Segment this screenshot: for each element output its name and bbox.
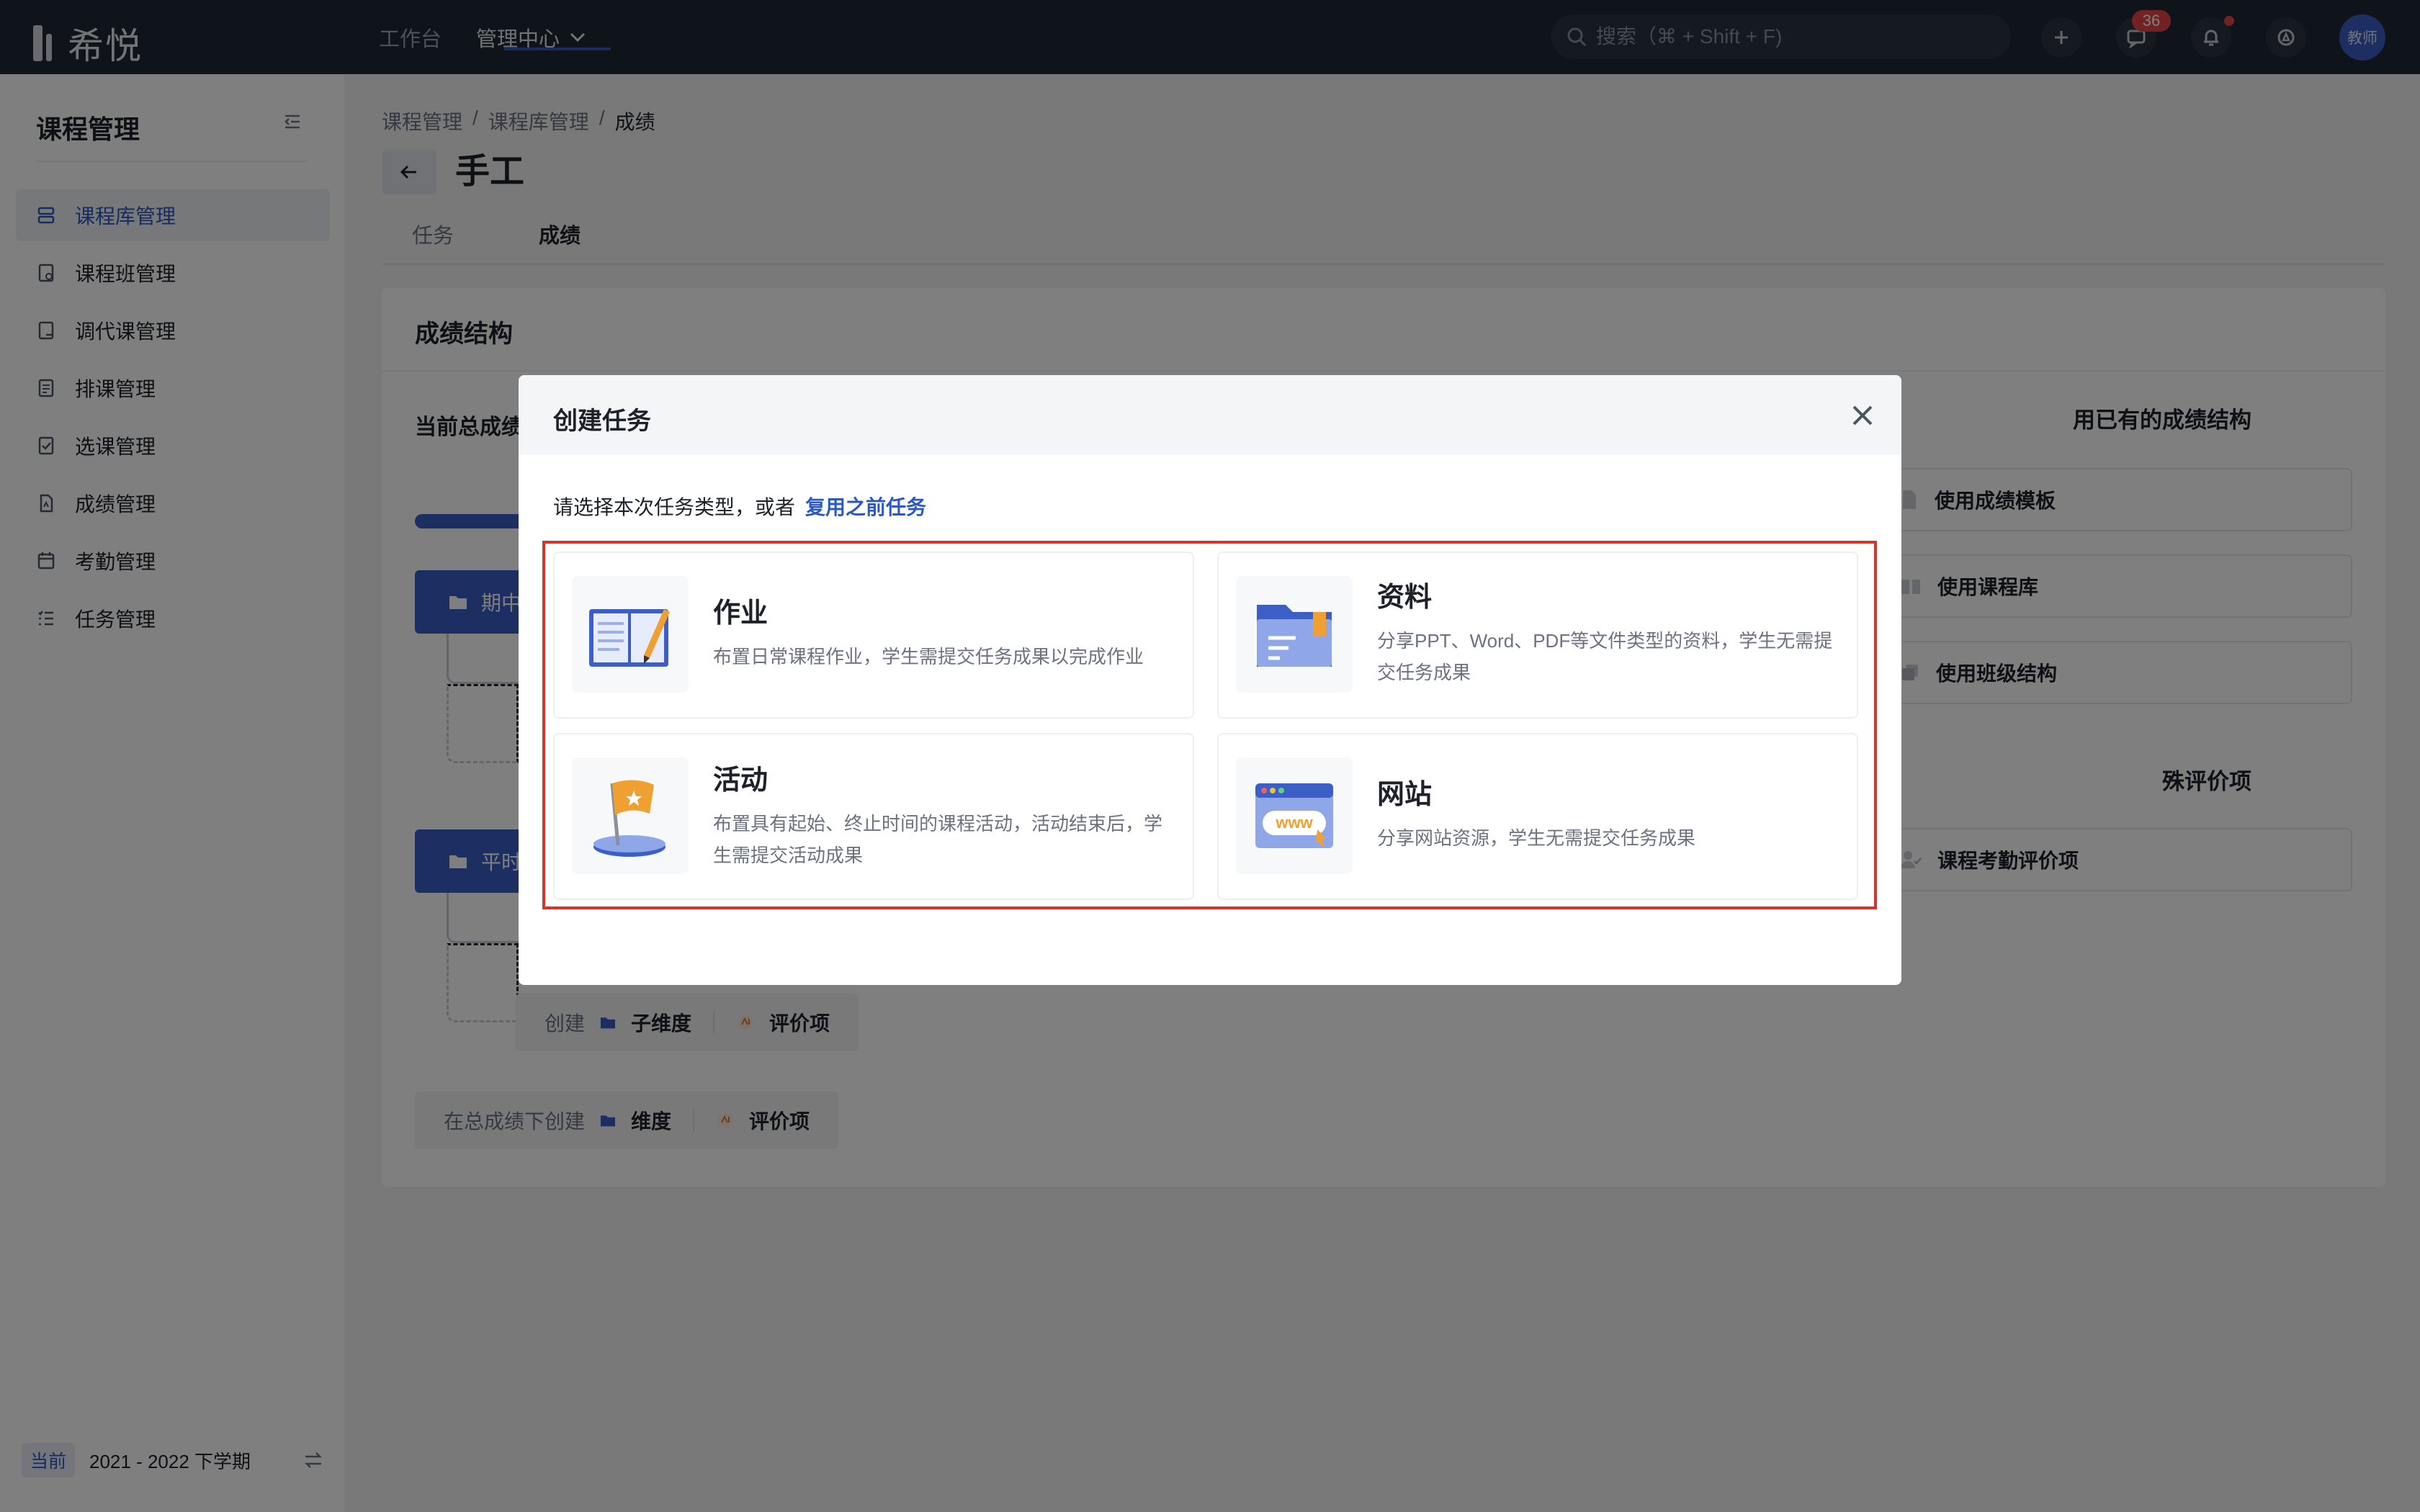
svg-text:www: www (1275, 814, 1313, 832)
reuse-previous-task-link[interactable]: 复用之前任务 (805, 496, 926, 518)
task-type-website[interactable]: www 网站 分享网站资源，学生无需提交任务成果 (1217, 733, 1858, 900)
modal-title: 创建任务 (553, 408, 651, 435)
create-task-modal: 创建任务 请选择本次任务类型，或者 复用之前任务 作业 布置日常课程作业，学生需提… (519, 375, 1901, 985)
modal-header: 创建任务 (519, 375, 1901, 454)
folder-icon (1236, 576, 1353, 693)
task-type-hint: 请选择本次任务类型，或者 (553, 496, 796, 518)
option-description: 分享网站资源，学生无需提交任务成果 (1377, 827, 1696, 849)
option-description: 布置具有起始、终止时间的课程活动，活动结束后，学生需提交活动成果 (713, 813, 1163, 866)
modal-hint: 请选择本次任务类型，或者 复用之前任务 (553, 492, 926, 521)
option-description: 布置日常课程作业，学生需提交任务成果以完成作业 (713, 646, 1144, 667)
option-title: 网站 (1377, 780, 1433, 810)
flag-icon (572, 757, 689, 874)
task-type-homework[interactable]: 作业 布置日常课程作业，学生需提交任务成果以完成作业 (553, 552, 1194, 719)
website-www-icon: www (1236, 757, 1353, 874)
option-title: 作业 (713, 598, 768, 629)
option-title: 资料 (1377, 582, 1433, 613)
option-description: 分享PPT、Word、PDF等文件类型的资料，学生无需提交任务成果 (1377, 630, 1833, 683)
homework-book-icon (572, 576, 689, 693)
task-type-material[interactable]: 资料 分享PPT、Word、PDF等文件类型的资料，学生无需提交任务成果 (1217, 552, 1858, 719)
close-icon[interactable] (1848, 401, 1877, 430)
task-type-activity[interactable]: 活动 布置具有起始、终止时间的课程活动，活动结束后，学生需提交活动成果 (553, 733, 1194, 900)
option-title: 活动 (713, 765, 768, 796)
